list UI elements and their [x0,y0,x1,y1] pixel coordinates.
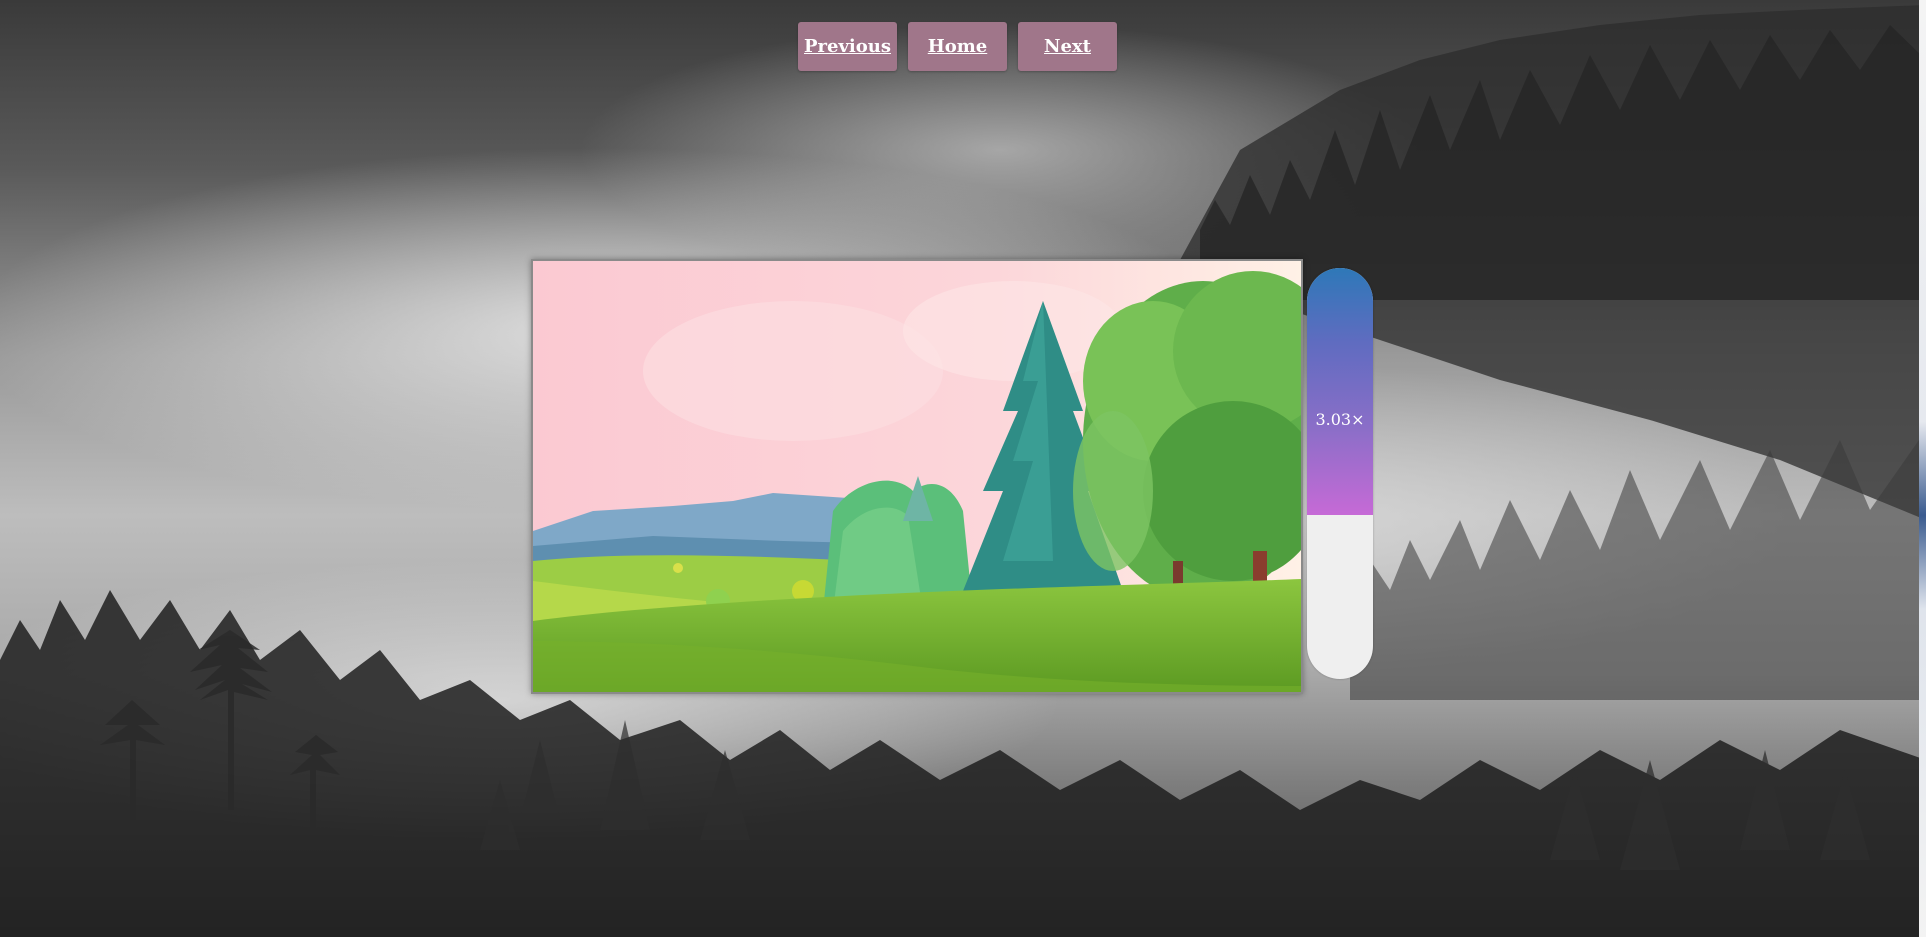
previous-button[interactable]: Previous [798,22,897,71]
zoom-value-label: 3.03× [1315,410,1365,429]
video-frame[interactable] [531,259,1303,694]
next-button[interactable]: Next [1018,22,1117,71]
navigation-bar: Previous Home Next [798,22,1117,71]
zoom-slider-fill [1307,268,1373,515]
home-button[interactable]: Home [908,22,1007,71]
window-edge-strip [1919,0,1926,937]
zoom-slider[interactable]: 3.03× [1307,268,1373,679]
animated-landscape-scene [533,261,1301,692]
